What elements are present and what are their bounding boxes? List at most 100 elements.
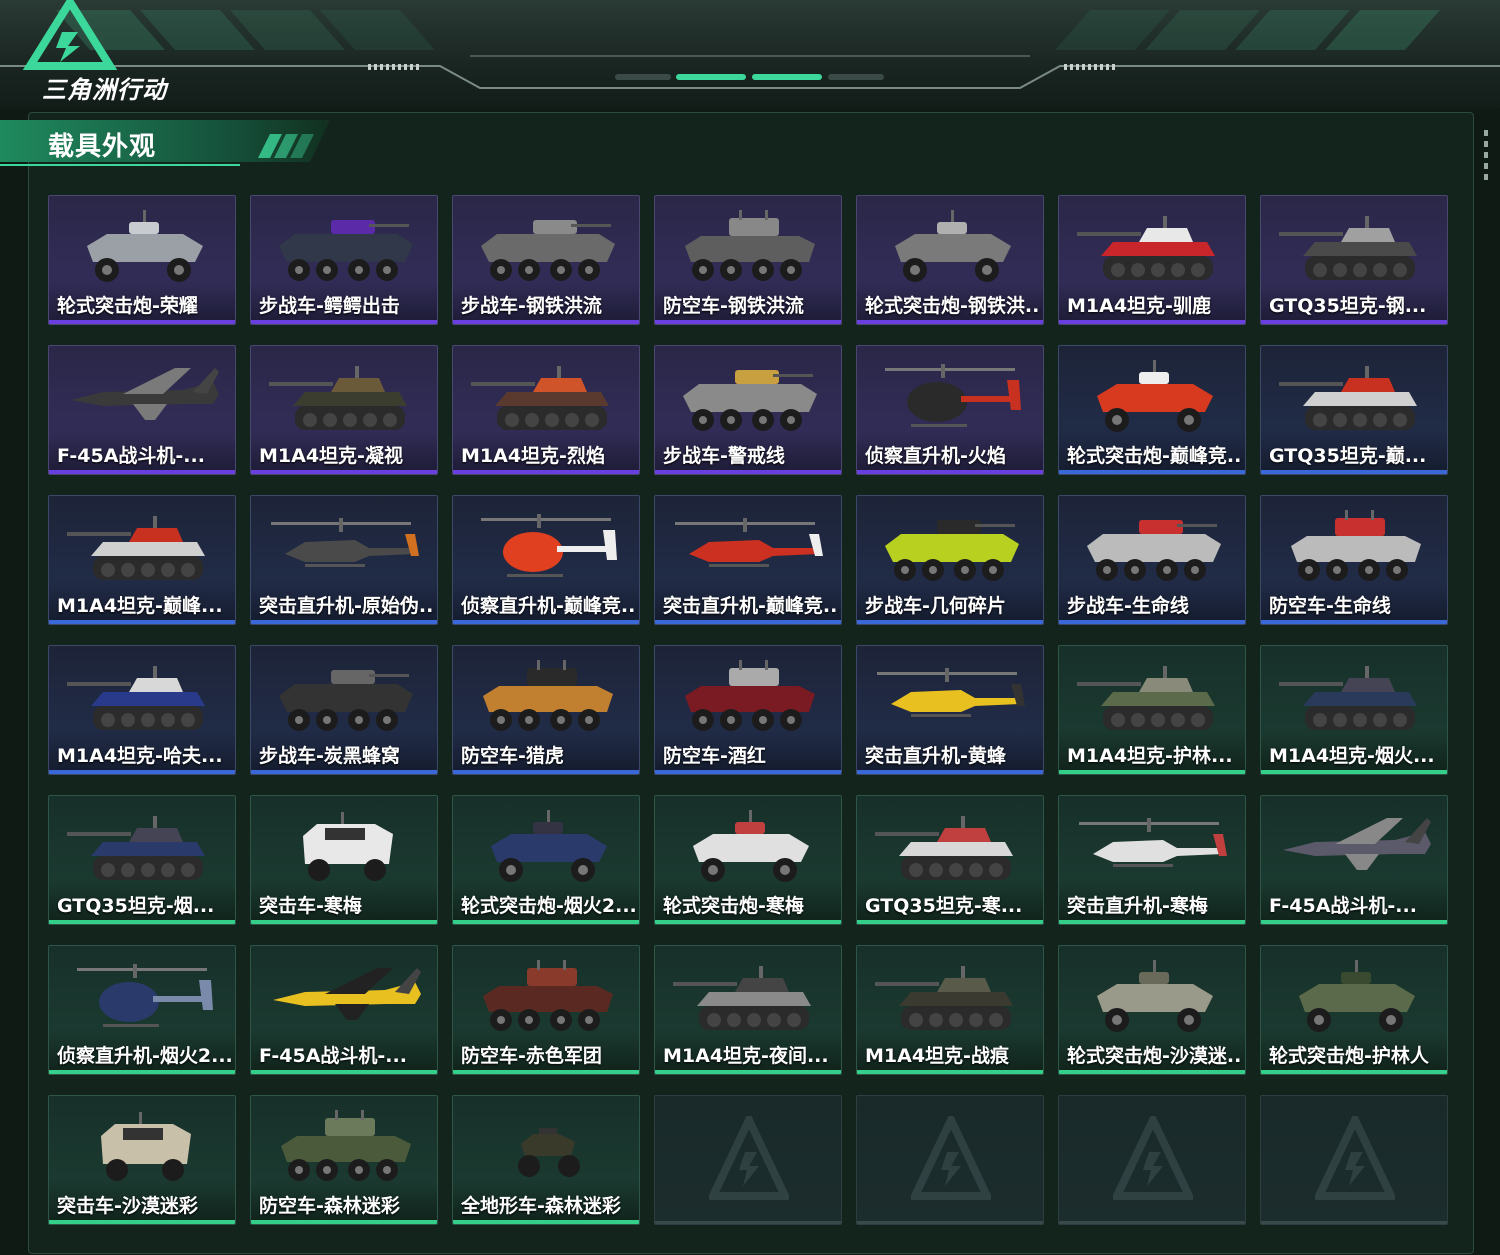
vehicle-skin-label: M1A4坦克-烟火... bbox=[1269, 745, 1435, 767]
rarity-bar bbox=[453, 1220, 639, 1224]
vehicle-skin-card[interactable]: 侦察直升机-巅峰竞... bbox=[452, 495, 640, 625]
vehicle-skin-label: 突击直升机-寒梅 bbox=[1067, 895, 1208, 917]
vehicle-skin-card[interactable]: GTQ35坦克-烟... bbox=[48, 795, 236, 925]
vehicle-skin-card[interactable]: 步战车-炭黑蜂窝 bbox=[250, 645, 438, 775]
rarity-bar bbox=[453, 1070, 639, 1074]
rarity-bar bbox=[251, 770, 437, 774]
rarity-bar bbox=[49, 620, 235, 624]
rarity-bar bbox=[857, 920, 1043, 924]
rarity-bar bbox=[655, 620, 841, 624]
vehicle-skin-card[interactable]: 全地形车-森林迷彩 bbox=[452, 1095, 640, 1225]
empty-slot-emblem-icon bbox=[1315, 1116, 1395, 1200]
vehicle-skin-card[interactable]: M1A4坦克-战痕 bbox=[856, 945, 1044, 1075]
vehicle-skin-card[interactable]: 防空车-赤色军团 bbox=[452, 945, 640, 1075]
vehicle-skin-label: 步战车-炭黑蜂窝 bbox=[259, 745, 400, 767]
vehicle-skin-label: M1A4坦克-哈夫... bbox=[57, 745, 223, 767]
vehicle-skin-card[interactable]: 突击直升机-黄蜂 bbox=[856, 645, 1044, 775]
vehicle-skin-card[interactable]: 突击直升机-寒梅 bbox=[1058, 795, 1246, 925]
vehicle-skin-card[interactable]: 步战车-警戒线 bbox=[654, 345, 842, 475]
vehicle-skin-card[interactable]: 突击车-寒梅 bbox=[250, 795, 438, 925]
rarity-bar bbox=[857, 620, 1043, 624]
rarity-bar bbox=[857, 320, 1043, 324]
vehicle-skin-card[interactable]: 侦察直升机-火焰 bbox=[856, 345, 1044, 475]
vehicle-skin-card[interactable]: M1A4坦克-夜间... bbox=[654, 945, 842, 1075]
rarity-bar bbox=[1261, 620, 1447, 624]
vehicle-skin-card[interactable]: 防空车-猎虎 bbox=[452, 645, 640, 775]
vehicle-skin-card[interactable]: M1A4坦克-烟火... bbox=[1260, 645, 1448, 775]
section-title: 载具外观 bbox=[48, 132, 157, 162]
vehicle-skin-card[interactable]: 突击车-沙漠迷彩 bbox=[48, 1095, 236, 1225]
vehicle-skin-label: M1A4坦克-巅峰... bbox=[57, 595, 223, 617]
vehicle-skin-label: 轮式突击炮-寒梅 bbox=[663, 895, 804, 917]
vehicle-skin-label: 步战车-几何碎片 bbox=[865, 595, 1006, 617]
vehicle-skin-card[interactable]: 轮式突击炮-巅峰竞... bbox=[1058, 345, 1246, 475]
vehicle-skin-label: GTQ35坦克-巅... bbox=[1269, 445, 1427, 467]
vehicle-skin-card[interactable]: 轮式突击炮-荣耀 bbox=[48, 195, 236, 325]
vehicle-skin-label: 轮式突击炮-护林人 bbox=[1269, 1045, 1429, 1067]
rarity-bar bbox=[251, 1220, 437, 1224]
vehicle-skin-card[interactable]: 轮式突击炮-烟火2... bbox=[452, 795, 640, 925]
vehicle-skin-label: M1A4坦克-烈焰 bbox=[461, 445, 605, 467]
rarity-bar bbox=[453, 920, 639, 924]
vehicle-skin-card[interactable]: GTQ35坦克-寒... bbox=[856, 795, 1044, 925]
vehicle-skin-label: 防空车-猎虎 bbox=[461, 745, 564, 767]
vehicle-skin-card[interactable]: 突击直升机-巅峰竞... bbox=[654, 495, 842, 625]
rarity-bar bbox=[655, 770, 841, 774]
vehicle-skin-card[interactable]: M1A4坦克-护林... bbox=[1058, 645, 1246, 775]
vehicle-skin-card[interactable]: M1A4坦克-巅峰... bbox=[48, 495, 236, 625]
vehicle-skin-card[interactable]: GTQ35坦克-巅... bbox=[1260, 345, 1448, 475]
rarity-bar bbox=[49, 1070, 235, 1074]
vehicle-skin-card[interactable]: F-45A战斗机-... bbox=[48, 345, 236, 475]
vehicle-skin-label: 防空车-酒红 bbox=[663, 745, 766, 767]
vehicle-skin-grid: 轮式突击炮-荣耀 步战车-鳄鳄出击 步战车-钢铁洪流 防空车-钢铁洪流 轮式突击炮-钢铁… bbox=[48, 195, 1452, 1225]
vehicle-skin-label: GTQ35坦克-钢... bbox=[1269, 295, 1427, 317]
vehicle-skin-card[interactable]: M1A4坦克-哈夫... bbox=[48, 645, 236, 775]
empty-slot-emblem-icon bbox=[709, 1116, 789, 1200]
rarity-bar bbox=[857, 1221, 1043, 1224]
vehicle-skin-card[interactable]: 防空车-酒红 bbox=[654, 645, 842, 775]
vehicle-skin-card[interactable]: M1A4坦克-烈焰 bbox=[452, 345, 640, 475]
vehicle-skin-label: M1A4坦克-夜间... bbox=[663, 1045, 829, 1067]
empty-skin-slot bbox=[856, 1095, 1044, 1225]
rarity-bar bbox=[1261, 920, 1447, 924]
rarity-bar bbox=[655, 920, 841, 924]
vehicle-skin-label: 全地形车-森林迷彩 bbox=[461, 1195, 621, 1217]
vehicle-skin-card[interactable]: F-45A战斗机-... bbox=[1260, 795, 1448, 925]
rarity-bar bbox=[251, 320, 437, 324]
vehicle-skin-label: 轮式突击炮-钢铁洪... bbox=[865, 295, 1041, 317]
vehicle-skin-card[interactable]: F-45A战斗机-... bbox=[250, 945, 438, 1075]
vehicle-skin-card[interactable]: 步战车-钢铁洪流 bbox=[452, 195, 640, 325]
rarity-bar bbox=[251, 620, 437, 624]
vehicle-skin-card[interactable]: 防空车-钢铁洪流 bbox=[654, 195, 842, 325]
vehicle-skin-label: 突击直升机-原始伪... bbox=[259, 595, 435, 617]
rarity-bar bbox=[453, 470, 639, 474]
vehicle-skin-card[interactable]: 步战车-鳄鳄出击 bbox=[250, 195, 438, 325]
vehicle-skin-card[interactable]: 步战车-生命线 bbox=[1058, 495, 1246, 625]
vehicle-skin-card[interactable]: 轮式突击炮-寒梅 bbox=[654, 795, 842, 925]
rarity-bar bbox=[453, 770, 639, 774]
vehicle-skin-card[interactable]: 防空车-森林迷彩 bbox=[250, 1095, 438, 1225]
rarity-bar bbox=[1059, 470, 1245, 474]
vehicle-skin-card[interactable]: GTQ35坦克-钢... bbox=[1260, 195, 1448, 325]
vehicle-skin-label: 防空车-钢铁洪流 bbox=[663, 295, 804, 317]
vehicle-skin-card[interactable]: 防空车-生命线 bbox=[1260, 495, 1448, 625]
vehicle-skin-label: 防空车-森林迷彩 bbox=[259, 1195, 400, 1217]
vehicle-skin-card[interactable]: M1A4坦克-驯鹿 bbox=[1058, 195, 1246, 325]
vehicle-skin-label: M1A4坦克-凝视 bbox=[259, 445, 403, 467]
empty-skin-slot bbox=[1260, 1095, 1448, 1225]
rarity-bar bbox=[49, 1220, 235, 1224]
vehicle-skin-label: M1A4坦克-战痕 bbox=[865, 1045, 1009, 1067]
vehicle-skin-card[interactable]: 步战车-几何碎片 bbox=[856, 495, 1044, 625]
vehicle-skin-label: 轮式突击炮-荣耀 bbox=[57, 295, 198, 317]
vehicle-skin-card[interactable]: M1A4坦克-凝视 bbox=[250, 345, 438, 475]
vehicle-skin-card[interactable]: 突击直升机-原始伪... bbox=[250, 495, 438, 625]
vehicle-skin-card[interactable]: 轮式突击炮-钢铁洪... bbox=[856, 195, 1044, 325]
vehicle-skin-label: 步战车-生命线 bbox=[1067, 595, 1189, 617]
vehicle-skin-card[interactable]: 轮式突击炮-护林人 bbox=[1260, 945, 1448, 1075]
vehicle-skin-card[interactable]: 侦察直升机-烟火2... bbox=[48, 945, 236, 1075]
vehicle-skin-card[interactable]: 轮式突击炮-沙漠迷... bbox=[1058, 945, 1246, 1075]
rarity-bar bbox=[1261, 1221, 1447, 1224]
top-bar: 三角洲行动 bbox=[0, 0, 1500, 108]
rarity-bar bbox=[655, 320, 841, 324]
vehicle-skin-label: F-45A战斗机-... bbox=[259, 1045, 407, 1067]
